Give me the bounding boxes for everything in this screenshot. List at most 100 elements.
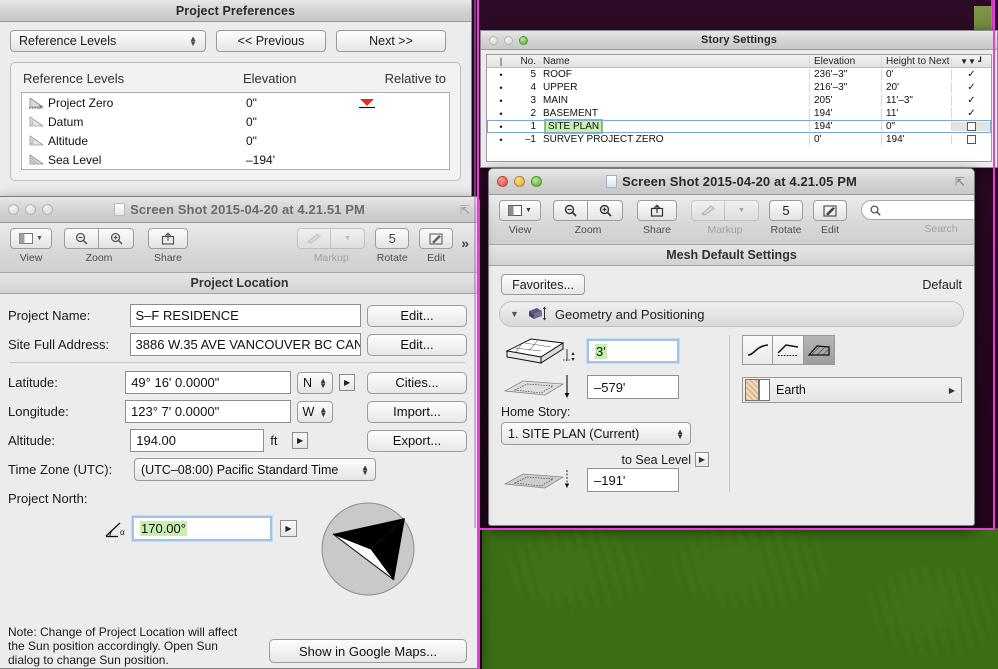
row-name[interactable]: SURVEY PROJECT ZERO [539, 134, 809, 145]
row-height[interactable]: 11' [881, 108, 951, 119]
edge-style-segmented-control[interactable] [742, 335, 962, 365]
rotate-button[interactable]: 5 [375, 228, 410, 249]
row-height[interactable]: 194' [881, 134, 951, 145]
export-button[interactable]: Export... [367, 429, 467, 452]
row-checkbox[interactable] [951, 122, 991, 131]
rotate-button-group[interactable]: 5 Rotate [375, 228, 410, 264]
rotate-button[interactable]: 5 [769, 200, 803, 221]
minimize-icon[interactable] [504, 35, 513, 45]
smooth-edge-icon-button[interactable] [742, 335, 773, 365]
cities-button[interactable]: Cities... [367, 371, 467, 394]
minimize-icon[interactable] [514, 176, 525, 187]
mesh-thickness-input[interactable]: 3' [587, 339, 679, 363]
fullscreen-icon[interactable]: ⇱ [955, 175, 965, 189]
geometry-positioning-section-header[interactable]: ▼ Geometry and Positioning [499, 301, 964, 327]
preview-window-mesh[interactable]: Screen Shot 2015-04-20 at 4.21.05 PM ⇱ ▼… [488, 168, 975, 526]
row-name[interactable]: BASEMENT [539, 108, 809, 119]
row-checkbox[interactable]: ✓ [951, 108, 991, 119]
preview-location-titlebar[interactable]: Screen Shot 2015-04-20 at 4.21.51 PM ⇱ [0, 197, 479, 223]
close-icon[interactable] [497, 176, 508, 187]
project-preferences-window[interactable]: Project Preferences Reference Levels ▲ ▼ … [0, 0, 472, 200]
project-north-popup-button[interactable]: ▶ [280, 520, 297, 537]
previous-button[interactable]: << Previous [216, 30, 326, 52]
latitude-popup-button[interactable]: ▶ [339, 374, 355, 391]
story-settings-window[interactable]: Story Settings | No. Name Elevation Heig… [480, 30, 998, 168]
zoom-out-button[interactable] [553, 200, 588, 221]
site-address-edit-button[interactable]: Edit... [367, 333, 467, 356]
table-row[interactable]: • 3 MAIN 205' 11'–3" ✓ [487, 94, 991, 107]
row-name-editing[interactable]: SITE PLAN [539, 119, 809, 134]
share-button-group[interactable]: Share [637, 200, 677, 236]
row-elevation[interactable]: 236'–3" [809, 69, 881, 80]
row-name[interactable]: MAIN [539, 95, 809, 106]
zoom-in-button[interactable] [99, 228, 134, 249]
toolbar-overflow-button[interactable]: » [461, 235, 469, 251]
window-controls[interactable] [8, 204, 53, 215]
search-input[interactable] [861, 200, 974, 220]
story-table[interactable]: | No. Name Elevation Height to Next ▼▼ ┛… [486, 54, 992, 162]
reference-levels-table[interactable]: x Project Zero 0" 1 Datum 0" 2 Altitude … [21, 92, 450, 170]
site-address-input[interactable]: 3886 W.35 AVE VANCOUVER BC CANA [129, 333, 361, 356]
row-height[interactable]: 0" [881, 121, 951, 132]
latitude-hemisphere-select[interactable]: N ▲ ▼ [297, 371, 334, 394]
view-button-group[interactable]: ▼ View [499, 200, 541, 236]
fullscreen-icon[interactable]: ⇱ [460, 203, 470, 217]
row-height[interactable]: 20' [881, 82, 951, 93]
zoom-icon[interactable] [531, 176, 542, 187]
search-group[interactable]: Search [861, 200, 974, 235]
edit-button[interactable] [813, 200, 847, 221]
row-elevation[interactable]: 205' [809, 95, 881, 106]
table-row[interactable]: • 2 BASEMENT 194' 11' ✓ [487, 107, 991, 120]
project-name-input[interactable]: S–F RESIDENCE [129, 304, 361, 327]
scheme-select[interactable]: Reference Levels ▲ ▼ [10, 30, 206, 52]
close-icon[interactable] [8, 204, 19, 215]
ridged-edge-icon-button[interactable] [773, 335, 804, 365]
row-height[interactable]: 0' [881, 69, 951, 80]
compass-widget[interactable] [321, 502, 415, 599]
row-checkbox[interactable]: ✓ [951, 82, 991, 93]
latitude-input[interactable]: 49° 16' 0.0000" [125, 371, 291, 394]
table-row[interactable]: • –1 SURVEY PROJECT ZERO 0' 194' [487, 133, 991, 146]
altitude-unit-popup-button[interactable]: ▶ [291, 432, 309, 449]
mesh-sea-level-input[interactable]: –191' [587, 468, 679, 492]
show-in-google-maps-button[interactable]: Show in Google Maps... [269, 639, 467, 663]
zoom-icon[interactable] [42, 204, 53, 215]
row-elevation[interactable]: 0' [809, 134, 881, 145]
row-checkbox[interactable]: ✓ [951, 95, 991, 106]
import-button[interactable]: Import... [367, 400, 467, 423]
project-name-edit-button[interactable]: Edit... [367, 304, 467, 327]
view-button-group[interactable]: ▼ View [10, 228, 52, 264]
row-checkbox[interactable] [951, 135, 991, 144]
table-row[interactable]: • 4 UPPER 216'–3" 20' ✓ [487, 81, 991, 94]
rotate-button-group[interactable]: 5 Rotate [769, 200, 803, 236]
table-row[interactable]: • 5 ROOF 236'–3" 0' ✓ [487, 68, 991, 81]
row-checkbox[interactable]: ✓ [951, 69, 991, 80]
row-elevation[interactable]: 194' [809, 121, 881, 132]
zoom-in-button[interactable] [588, 200, 623, 221]
story-settings-titlebar[interactable]: Story Settings [481, 31, 997, 50]
edit-button-group[interactable]: Edit [419, 228, 454, 264]
row-name[interactable]: ROOF [539, 69, 809, 80]
longitude-hemisphere-select[interactable]: W ▲ ▼ [296, 400, 334, 423]
timezone-select[interactable]: (UTC–08:00) Pacific Standard Time ▲ ▼ [134, 458, 376, 481]
edit-button-group[interactable]: Edit [813, 200, 847, 236]
table-row[interactable]: Sea Level –194' [22, 150, 449, 169]
window-controls[interactable] [489, 35, 528, 45]
favorites-button[interactable]: Favorites... [501, 274, 585, 295]
zoom-out-button[interactable] [64, 228, 99, 249]
zoom-icon[interactable] [519, 35, 528, 45]
row-elevation[interactable]: 216'–3" [809, 82, 881, 93]
share-button[interactable] [637, 200, 677, 221]
project-preferences-titlebar[interactable]: Project Preferences [0, 0, 471, 22]
view-button[interactable]: ▼ [499, 200, 541, 221]
close-icon[interactable] [489, 35, 498, 45]
sea-level-stepper[interactable]: ▶ [695, 452, 709, 467]
row-name-input[interactable]: SITE PLAN [543, 119, 604, 134]
chevron-right-icon[interactable]: ▶ [949, 386, 955, 395]
zoom-button-group[interactable]: Zoom [64, 228, 134, 264]
row-height[interactable]: 11'–3" [881, 95, 951, 106]
home-story-select[interactable]: 1. SITE PLAN (Current) ▲ ▼ [501, 422, 691, 445]
table-row-selected[interactable]: • 1 SITE PLAN 194' 0" [487, 119, 991, 134]
zoom-button-group[interactable]: Zoom [553, 200, 623, 236]
altitude-input[interactable]: 194.00 [130, 429, 265, 452]
